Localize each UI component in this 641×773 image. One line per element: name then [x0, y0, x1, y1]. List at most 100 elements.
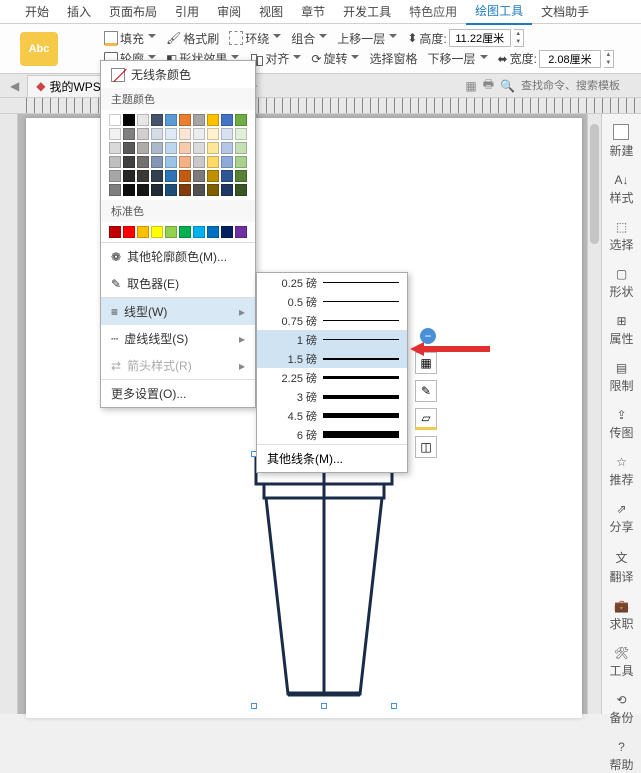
search-input[interactable] [521, 80, 631, 92]
color-swatch[interactable] [123, 114, 135, 126]
scrollbar-thumb[interactable] [590, 124, 599, 244]
select-pane-button[interactable]: 选择窗格 [369, 50, 417, 67]
color-swatch[interactable] [221, 156, 233, 168]
group-button[interactable]: 组合 [291, 30, 327, 47]
panel-help[interactable]: ?帮助 [609, 740, 633, 773]
color-swatch[interactable] [109, 114, 121, 126]
weight-option[interactable]: 6 磅 [257, 425, 407, 444]
tab-insert[interactable]: 插入 [58, 0, 100, 24]
color-swatch[interactable] [165, 156, 177, 168]
color-swatch[interactable] [235, 226, 247, 238]
color-swatch[interactable] [165, 184, 177, 196]
color-swatch[interactable] [207, 114, 219, 126]
color-swatch[interactable] [235, 128, 247, 140]
shape-style-preview[interactable]: Abc [20, 32, 58, 66]
color-swatch[interactable] [193, 114, 205, 126]
panel-job[interactable]: 💼求职 [609, 599, 633, 632]
color-swatch[interactable] [193, 142, 205, 154]
tab-special[interactable]: 特色应用 [400, 0, 466, 24]
panel-upload[interactable]: ⇪传图 [609, 408, 633, 441]
color-swatch[interactable] [137, 156, 149, 168]
color-swatch[interactable] [207, 142, 219, 154]
color-swatch[interactable] [235, 170, 247, 182]
panel-limit[interactable]: ▤限制 [609, 361, 633, 394]
line-weight-option[interactable]: ≡线型(W)▸ [101, 298, 255, 325]
width-input[interactable] [539, 50, 601, 68]
rotate-button[interactable]: ⟳旋转 [311, 50, 359, 67]
weight-option[interactable]: 0.5 磅 [257, 292, 407, 311]
color-swatch[interactable] [137, 184, 149, 196]
color-swatch[interactable] [109, 184, 121, 196]
panel-style[interactable]: A↓样式 [609, 173, 633, 206]
panel-shape[interactable]: ▢形状 [609, 267, 633, 300]
weight-option[interactable]: 1 磅 [257, 330, 407, 349]
weight-option[interactable]: 2.25 磅 [257, 368, 407, 387]
color-swatch[interactable] [123, 128, 135, 140]
color-swatch[interactable] [137, 170, 149, 182]
color-swatch[interactable] [165, 114, 177, 126]
color-swatch[interactable] [151, 184, 163, 196]
panel-backup[interactable]: ⟲备份 [609, 693, 633, 726]
color-swatch[interactable] [179, 142, 191, 154]
color-swatch[interactable] [207, 226, 219, 238]
tab-chapter[interactable]: 章节 [292, 0, 334, 24]
format-brush-button[interactable]: 🖌格式刷 [166, 30, 219, 47]
color-swatch[interactable] [235, 184, 247, 196]
bring-forward-button[interactable]: 上移一层 [337, 30, 397, 47]
color-swatch[interactable] [151, 156, 163, 168]
color-swatch[interactable] [207, 184, 219, 196]
tab-dev[interactable]: 开发工具 [334, 0, 400, 24]
color-swatch[interactable] [235, 114, 247, 126]
color-swatch[interactable] [109, 170, 121, 182]
weight-option[interactable]: 0.25 磅 [257, 273, 407, 292]
panel-translate[interactable]: 文翻译 [609, 549, 633, 585]
more-colors-option[interactable]: ❁其他轮廓颜色(M)... [101, 243, 255, 270]
resize-handle[interactable] [251, 703, 257, 709]
color-swatch[interactable] [235, 156, 247, 168]
align-button[interactable]: 对齐 [249, 50, 301, 67]
color-swatch[interactable] [123, 156, 135, 168]
color-swatch[interactable] [151, 170, 163, 182]
color-swatch[interactable] [207, 156, 219, 168]
color-swatch[interactable] [179, 114, 191, 126]
color-swatch[interactable] [207, 170, 219, 182]
resize-handle[interactable] [321, 703, 327, 709]
color-swatch[interactable] [151, 142, 163, 154]
arrow-style-option[interactable]: ⇄箭头样式(R)▸ [101, 352, 255, 379]
color-swatch[interactable] [109, 142, 121, 154]
color-swatch[interactable] [193, 226, 205, 238]
more-settings-option[interactable]: 更多设置(O)... [101, 380, 255, 407]
selected-shape-cup[interactable] [254, 454, 394, 706]
tab-layout[interactable]: 页面布局 [100, 0, 166, 24]
color-swatch[interactable] [193, 156, 205, 168]
color-swatch[interactable] [137, 142, 149, 154]
resize-handle[interactable] [391, 703, 397, 709]
color-swatch[interactable] [221, 226, 233, 238]
eyedropper-option[interactable]: ✎取色器(E) [101, 270, 255, 297]
color-swatch[interactable] [137, 128, 149, 140]
color-swatch[interactable] [193, 128, 205, 140]
color-swatch[interactable] [179, 184, 191, 196]
color-swatch[interactable] [179, 226, 191, 238]
color-swatch[interactable] [151, 128, 163, 140]
color-swatch[interactable] [165, 128, 177, 140]
no-line-option[interactable]: 无线条颜色 [101, 61, 255, 88]
color-swatch[interactable] [165, 226, 177, 238]
tab-start[interactable]: 开始 [16, 0, 58, 24]
toolbar-icon[interactable]: 🖶 [483, 75, 494, 96]
tab-ref[interactable]: 引用 [166, 0, 208, 24]
dash-style-option[interactable]: ┄虚线线型(S)▸ [101, 325, 255, 352]
color-swatch[interactable] [221, 170, 233, 182]
panel-props[interactable]: ⊞属性 [609, 314, 633, 347]
edit-shape-button[interactable]: ✎ [415, 380, 437, 402]
color-swatch[interactable] [151, 226, 163, 238]
color-swatch[interactable] [123, 184, 135, 196]
color-swatch[interactable] [165, 170, 177, 182]
color-swatch[interactable] [179, 170, 191, 182]
color-swatch[interactable] [123, 170, 135, 182]
panel-new[interactable]: 新建 [609, 124, 633, 159]
vertical-scrollbar[interactable] [587, 114, 601, 714]
height-input[interactable] [449, 29, 511, 47]
fill-shape-button[interactable]: ▱ [415, 408, 437, 430]
tab-review[interactable]: 审阅 [208, 0, 250, 24]
